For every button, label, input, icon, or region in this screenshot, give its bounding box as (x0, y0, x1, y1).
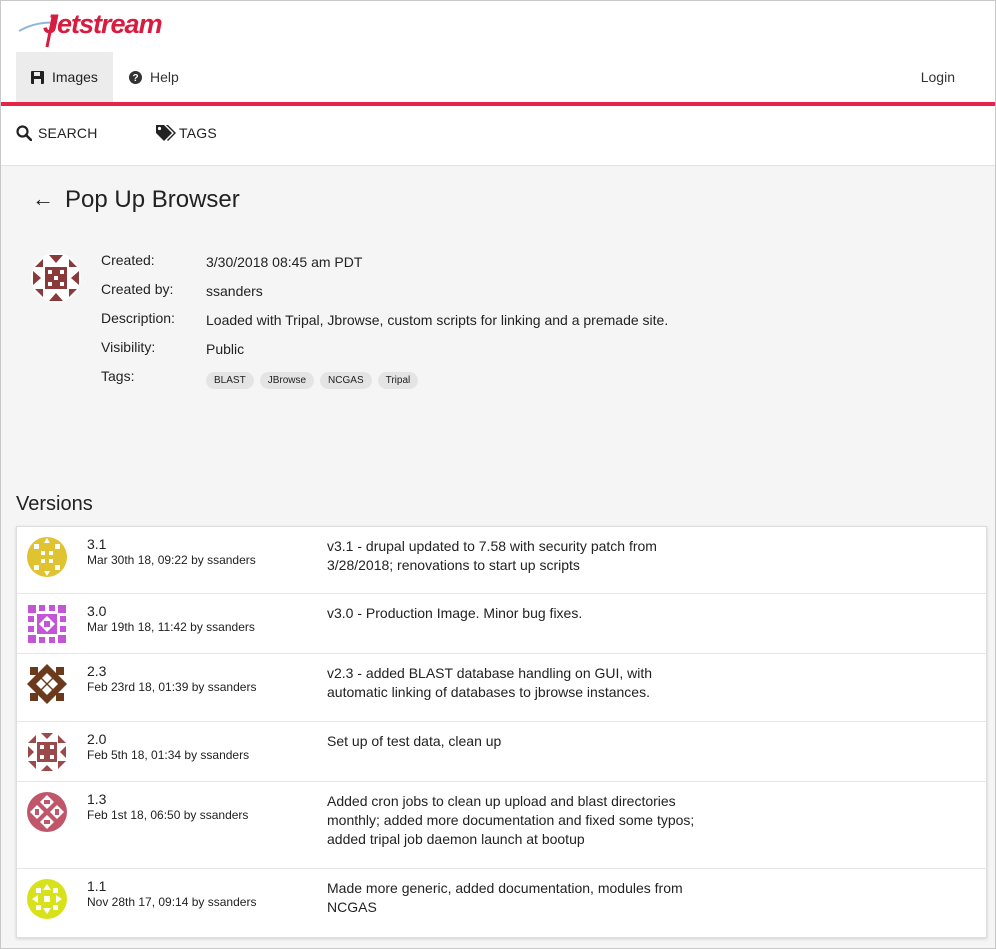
version-description: Added cron jobs to clean up upload and b… (327, 793, 695, 847)
version-number: 2.3 (87, 663, 107, 679)
tags-label: Tags: (101, 368, 135, 384)
description-value: Loaded with Tripal, Jbrowse, custom scri… (206, 312, 669, 328)
version-avatar (28, 733, 66, 771)
logo-text: Jetstream (43, 9, 163, 39)
version-meta: Feb 1st 18, 06:50 by ssanders (87, 808, 249, 822)
version-row[interactable]: 2.3 Feb 23rd 18, 01:39 by ssanders v2.3 … (17, 654, 986, 722)
floppy-disk-icon (30, 70, 44, 84)
nav-images[interactable]: Images (16, 52, 113, 102)
version-avatar (27, 879, 67, 919)
image-avatar (31, 253, 81, 303)
created-label: Created: (101, 252, 155, 268)
version-number: 1.1 (87, 878, 107, 894)
version-avatar (27, 792, 67, 832)
version-description: Set up of test data, clean up (327, 733, 502, 749)
back-arrow-icon[interactable]: ← (32, 185, 54, 213)
help-circle-icon: ? (128, 70, 142, 84)
version-row[interactable]: 1.3 Feb 1st 18, 06:50 by ssanders Added … (17, 782, 986, 869)
version-meta: Feb 5th 18, 01:34 by ssanders (87, 748, 250, 762)
version-meta: Nov 28th 17, 09:14 by ssanders (87, 895, 257, 909)
version-avatar (27, 537, 67, 577)
search-tab-label: SEARCH (38, 125, 98, 141)
tag-chip[interactable]: Tripal (377, 372, 419, 389)
version-avatar (27, 664, 67, 704)
tags-tab-label: TAGS (179, 125, 217, 141)
version-row[interactable]: 3.1 Mar 30th 18, 09:22 by ssanders v3.1 … (17, 527, 986, 594)
svg-text:?: ? (132, 73, 138, 84)
page-title: Pop Up Browser (65, 186, 240, 213)
nav-help-label: Help (150, 69, 179, 85)
tag-chip[interactable]: BLAST (206, 372, 254, 389)
version-number: 3.1 (87, 536, 107, 552)
version-meta: Feb 23rd 18, 01:39 by ssanders (87, 680, 257, 694)
search-icon (16, 125, 32, 141)
versions-heading: Versions (16, 493, 93, 515)
top-header: Jetstream Images ? Help Login (1, 1, 995, 102)
visibility-value: Public (206, 341, 245, 357)
version-number: 2.0 (87, 731, 107, 747)
version-number: 3.0 (87, 603, 107, 619)
version-number: 1.3 (87, 791, 107, 807)
version-description: v2.3 - added BLAST database handling on … (327, 665, 653, 700)
version-row[interactable]: 2.0 Feb 5th 18, 01:34 by ssanders Set up… (17, 722, 986, 782)
sub-navigation: SEARCH TAGS (1, 106, 995, 166)
nav-help[interactable]: ? Help (113, 52, 179, 102)
version-avatar (28, 605, 66, 643)
tags-icon (155, 124, 177, 142)
login-link[interactable]: Login (921, 52, 955, 102)
version-description: Made more generic, added documentation, … (327, 880, 683, 915)
tags-tab[interactable]: TAGS (155, 106, 217, 160)
search-tab[interactable]: SEARCH (16, 106, 98, 160)
created-value: 3/30/2018 08:45 am PDT (206, 254, 363, 270)
page-frame: Jetstream Images ? Help Login SEARCH TAG… (0, 0, 996, 949)
created-by-label: Created by: (101, 281, 174, 297)
tag-chip[interactable]: JBrowse (259, 372, 315, 389)
version-row[interactable]: 3.0 Mar 19th 18, 11:42 by ssanders v3.0 … (17, 594, 986, 654)
created-by-value: ssanders (206, 283, 263, 299)
nav-images-label: Images (52, 69, 98, 85)
version-meta: Mar 30th 18, 09:22 by ssanders (87, 553, 256, 567)
version-description: v3.1 - drupal updated to 7.58 with secur… (327, 538, 657, 573)
jetstream-logo[interactable]: Jetstream (17, 7, 163, 51)
description-label: Description: (101, 310, 175, 326)
version-row[interactable]: 1.1 Nov 28th 17, 09:14 by ssanders Made … (17, 869, 986, 938)
visibility-label: Visibility: (101, 339, 156, 355)
tags-list: BLAST JBrowse NCGAS Tripal (206, 372, 419, 389)
version-meta: Mar 19th 18, 11:42 by ssanders (87, 620, 255, 634)
tag-chip[interactable]: NCGAS (320, 372, 372, 389)
versions-list: 3.1 Mar 30th 18, 09:22 by ssanders v3.1 … (16, 526, 987, 938)
version-description: v3.0 - Production Image. Minor bug fixes… (327, 605, 583, 621)
